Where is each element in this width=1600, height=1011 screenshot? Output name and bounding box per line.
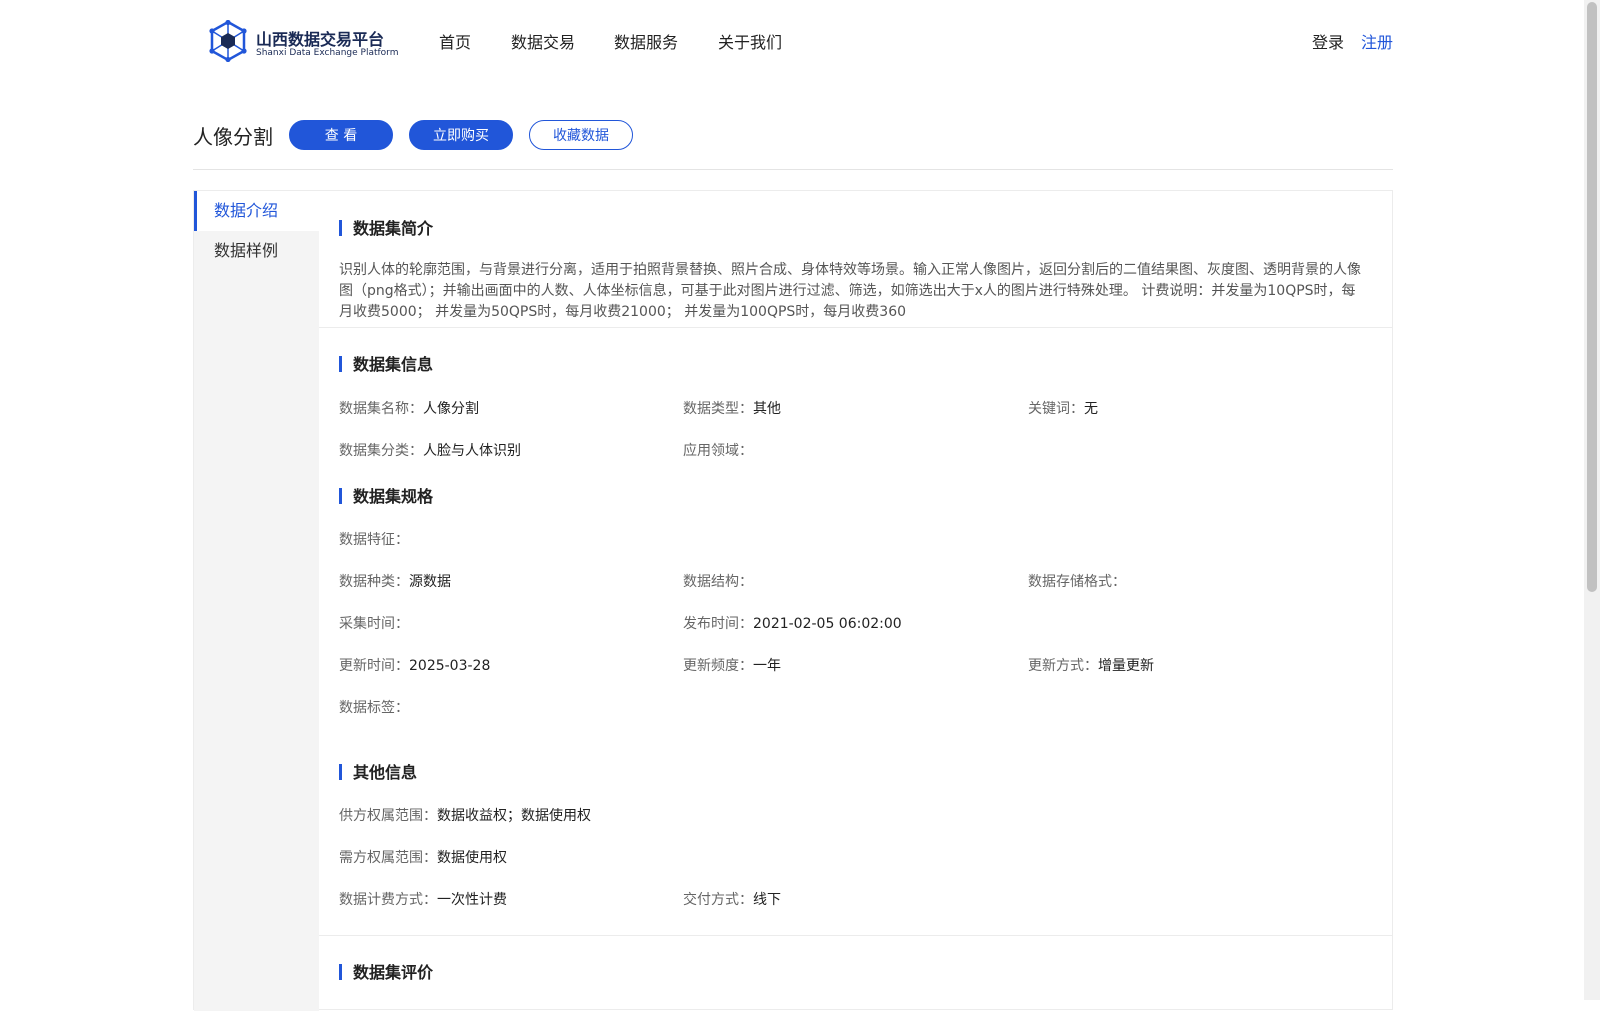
- field-label: 更新方式：: [1028, 658, 1098, 674]
- field-supplier-rights: 供方权属范围：数据收益权；数据使用权: [339, 805, 591, 825]
- field-label: 更新时间：: [339, 658, 409, 674]
- detail-sidebar: 数据介绍 数据样例: [194, 191, 319, 1011]
- field-dataset-name: 数据集名称：人像分割: [339, 398, 479, 418]
- section-rating-heading: 数据集评价: [339, 959, 434, 982]
- view-button[interactable]: 查 看: [289, 120, 393, 150]
- platform-logo[interactable]: 山西数据交易平台 Shanxi Data Exchange Platform: [208, 20, 398, 64]
- hexagon-network-logo-icon: [209, 20, 247, 62]
- field-billing-method: 数据计费方式：一次性计费: [339, 889, 507, 909]
- field-data-kind: 数据种类：源数据: [339, 571, 451, 591]
- section-marker: [339, 964, 342, 980]
- section-info-title: 数据集信息: [353, 355, 434, 374]
- field-value: 数据使用权: [437, 850, 507, 866]
- field-value: 一年: [753, 658, 781, 674]
- field-value: 增量更新: [1098, 658, 1154, 674]
- logo-title-cn: 山西数据交易平台: [256, 30, 385, 49]
- field-data-tags: 数据标签：: [339, 697, 409, 717]
- section-marker: [339, 488, 342, 504]
- section-other-heading: 其他信息: [339, 759, 418, 782]
- field-publish-time: 发布时间：2021-02-05 06:02:00: [683, 613, 902, 633]
- field-label: 数据种类：: [339, 574, 409, 590]
- field-label: 数据特征：: [339, 532, 409, 548]
- field-application-domain: 应用领域：: [683, 440, 753, 460]
- field-label: 交付方式：: [683, 892, 753, 908]
- page-title: 人像分割: [193, 125, 273, 149]
- field-value: 人像分割: [423, 401, 479, 417]
- section-rating-title: 数据集评价: [353, 963, 434, 982]
- section-marker: [339, 220, 342, 236]
- field-value: 其他: [753, 401, 781, 417]
- field-delivery-method: 交付方式：线下: [683, 889, 781, 909]
- section-marker: [339, 356, 342, 372]
- nav-about-us[interactable]: 关于我们: [718, 29, 782, 53]
- field-dataset-category: 数据集分类：人脸与人体识别: [339, 440, 521, 460]
- field-label: 数据标签：: [339, 700, 409, 716]
- field-label: 采集时间：: [339, 616, 409, 632]
- field-label: 数据集名称：: [339, 401, 423, 417]
- field-label: 数据计费方式：: [339, 892, 437, 908]
- field-label: 供方权属范围：: [339, 808, 437, 824]
- scrollbar-thumb[interactable]: [1587, 2, 1597, 592]
- section-intro-heading: 数据集简介: [339, 215, 434, 238]
- field-storage-format: 数据存储格式：: [1028, 571, 1126, 591]
- field-data-type: 数据类型：其他: [683, 398, 781, 418]
- section-info-heading: 数据集信息: [339, 351, 434, 374]
- field-value: 数据收益权；数据使用权: [437, 808, 591, 824]
- field-label: 关键词：: [1028, 401, 1084, 417]
- field-label: 更新频度：: [683, 658, 753, 674]
- field-update-method: 更新方式：增量更新: [1028, 655, 1154, 675]
- product-title-row: 人像分割 查 看 立即购买 收藏数据: [193, 118, 1393, 152]
- section-spec-title: 数据集规格: [353, 487, 434, 506]
- field-value: 2025-03-28: [409, 658, 491, 674]
- title-divider: [193, 169, 1393, 170]
- nav-data-services[interactable]: 数据服务: [614, 29, 678, 53]
- buy-now-button[interactable]: 立即购买: [409, 120, 513, 150]
- login-link[interactable]: 登录: [1312, 29, 1344, 53]
- field-label: 数据集分类：: [339, 443, 423, 459]
- page-scrollbar[interactable]: [1584, 0, 1600, 1000]
- section-spec-heading: 数据集规格: [339, 483, 434, 506]
- field-label: 需方权属范围：: [339, 850, 437, 866]
- field-update-time: 更新时间：2025-03-28: [339, 655, 490, 675]
- field-buyer-rights: 需方权属范围：数据使用权: [339, 847, 507, 867]
- register-link[interactable]: 注册: [1361, 29, 1393, 53]
- site-header: 山西数据交易平台 Shanxi Data Exchange Platform 首…: [0, 0, 1584, 80]
- logo-title-en: Shanxi Data Exchange Platform: [256, 48, 399, 58]
- field-value: 无: [1084, 401, 1098, 417]
- section-marker: [339, 764, 342, 780]
- field-value: 2021-02-05 06:02:00: [753, 616, 902, 632]
- section-divider: [319, 935, 1392, 936]
- field-value: 源数据: [409, 574, 451, 590]
- field-label: 发布时间：: [683, 616, 753, 632]
- nav-data-trading[interactable]: 数据交易: [511, 29, 575, 53]
- section-other-title: 其他信息: [353, 763, 418, 782]
- sidebar-item-data-samples[interactable]: 数据样例: [194, 231, 319, 271]
- field-value: 人脸与人体识别: [423, 443, 521, 459]
- field-data-structure: 数据结构：: [683, 571, 753, 591]
- field-value: 线下: [753, 892, 781, 908]
- field-label: 应用领域：: [683, 443, 753, 459]
- field-data-feature: 数据特征：: [339, 529, 409, 549]
- field-label: 数据类型：: [683, 401, 753, 417]
- sidebar-item-data-intro[interactable]: 数据介绍: [194, 191, 319, 231]
- field-label: 数据存储格式：: [1028, 574, 1126, 590]
- field-label: 数据结构：: [683, 574, 753, 590]
- detail-panel: 数据介绍 数据样例 数据集简介 识别人体的轮廓范围，与背景进行分离，适用于拍照背…: [193, 190, 1393, 1011]
- favorite-data-button[interactable]: 收藏数据: [529, 120, 633, 150]
- field-keywords: 关键词：无: [1028, 398, 1098, 418]
- section-intro-title: 数据集简介: [353, 219, 434, 238]
- section-divider: [319, 327, 1392, 328]
- field-value: 一次性计费: [437, 892, 507, 908]
- field-update-frequency: 更新频度：一年: [683, 655, 781, 675]
- dataset-description: 识别人体的轮廓范围，与背景进行分离，适用于拍照背景替换、照片合成、身体特效等场景…: [339, 262, 1361, 320]
- nav-home[interactable]: 首页: [439, 29, 471, 53]
- field-collection-time: 采集时间：: [339, 613, 409, 633]
